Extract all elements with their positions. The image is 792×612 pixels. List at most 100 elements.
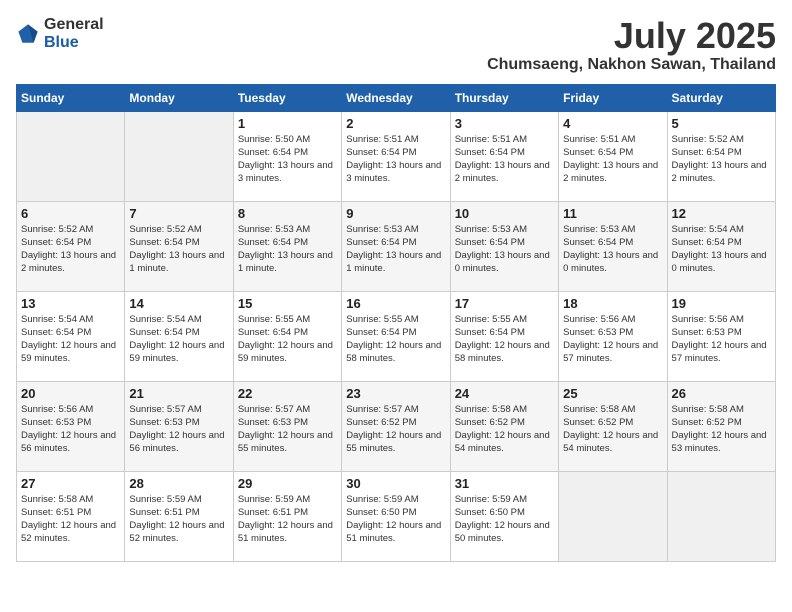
- day-number: 29: [238, 476, 337, 491]
- calendar-day-cell: [125, 111, 233, 201]
- day-number: 6: [21, 206, 120, 221]
- calendar-day-cell: 14 Sunrise: 5:54 AM Sunset: 6:54 PM Dayli…: [125, 291, 233, 381]
- calendar-day-cell: 2 Sunrise: 5:51 AM Sunset: 6:54 PM Daylig…: [342, 111, 450, 201]
- weekday-header-cell: Sunday: [17, 84, 125, 111]
- day-info: Sunrise: 5:54 AM Sunset: 6:54 PM Dayligh…: [672, 223, 771, 276]
- calendar-day-cell: [667, 471, 775, 561]
- day-info: Sunrise: 5:54 AM Sunset: 6:54 PM Dayligh…: [129, 313, 228, 366]
- day-info: Sunrise: 5:50 AM Sunset: 6:54 PM Dayligh…: [238, 133, 337, 186]
- day-number: 15: [238, 296, 337, 311]
- calendar-day-cell: 18 Sunrise: 5:56 AM Sunset: 6:53 PM Dayli…: [559, 291, 667, 381]
- day-info: Sunrise: 5:59 AM Sunset: 6:51 PM Dayligh…: [238, 493, 337, 546]
- calendar-day-cell: 9 Sunrise: 5:53 AM Sunset: 6:54 PM Daylig…: [342, 201, 450, 291]
- day-info: Sunrise: 5:51 AM Sunset: 6:54 PM Dayligh…: [346, 133, 445, 186]
- day-number: 21: [129, 386, 228, 401]
- calendar-day-cell: 21 Sunrise: 5:57 AM Sunset: 6:53 PM Dayli…: [125, 381, 233, 471]
- calendar-day-cell: 13Sunrise: 5:54 AM Sunset: 6:54 PM Dayli…: [17, 291, 125, 381]
- day-number: 20: [21, 386, 120, 401]
- calendar-day-cell: 23 Sunrise: 5:57 AM Sunset: 6:52 PM Dayli…: [342, 381, 450, 471]
- weekday-header-cell: Saturday: [667, 84, 775, 111]
- day-info: Sunrise: 5:57 AM Sunset: 6:53 PM Dayligh…: [129, 403, 228, 456]
- month-title: July 2025: [487, 16, 776, 56]
- day-number: 7: [129, 206, 228, 221]
- day-number: 30: [346, 476, 445, 491]
- day-number: 23: [346, 386, 445, 401]
- day-info: Sunrise: 5:56 AM Sunset: 6:53 PM Dayligh…: [672, 313, 771, 366]
- day-info: Sunrise: 5:53 AM Sunset: 6:54 PM Dayligh…: [455, 223, 554, 276]
- calendar-week-row: 20 Sunrise: 5:56 AM Sunset: 6:53 PM Dayli…: [17, 381, 776, 471]
- calendar-day-cell: 28Sunrise: 5:59 AM Sunset: 6:51 PM Dayli…: [125, 471, 233, 561]
- day-info: Sunrise: 5:53 AM Sunset: 6:54 PM Dayligh…: [346, 223, 445, 276]
- logo-text-general: General: [44, 16, 104, 33]
- weekday-header-cell: Tuesday: [233, 84, 341, 111]
- weekday-header-cell: Wednesday: [342, 84, 450, 111]
- day-number: 4: [563, 116, 662, 131]
- calendar-day-cell: 20 Sunrise: 5:56 AM Sunset: 6:53 PM Dayli…: [17, 381, 125, 471]
- day-info: Sunrise: 5:58 AM Sunset: 6:52 PM Dayligh…: [672, 403, 771, 456]
- calendar-day-cell: 8 Sunrise: 5:53 AM Sunset: 6:54 PM Daylig…: [233, 201, 341, 291]
- day-number: 31: [455, 476, 554, 491]
- calendar-day-cell: 11Sunrise: 5:53 AM Sunset: 6:54 PM Dayli…: [559, 201, 667, 291]
- day-info: Sunrise: 5:51 AM Sunset: 6:54 PM Dayligh…: [563, 133, 662, 186]
- calendar-day-cell: [17, 111, 125, 201]
- day-number: 12: [672, 206, 771, 221]
- day-info: Sunrise: 5:52 AM Sunset: 6:54 PM Dayligh…: [129, 223, 228, 276]
- calendar-week-row: 27Sunrise: 5:58 AM Sunset: 6:51 PM Dayli…: [17, 471, 776, 561]
- calendar-day-cell: 22 Sunrise: 5:57 AM Sunset: 6:53 PM Dayli…: [233, 381, 341, 471]
- calendar-body: 1 Sunrise: 5:50 AM Sunset: 6:54 PM Daylig…: [17, 111, 776, 561]
- calendar-day-cell: 17 Sunrise: 5:55 AM Sunset: 6:54 PM Dayli…: [450, 291, 558, 381]
- day-number: 9: [346, 206, 445, 221]
- weekday-header-cell: Friday: [559, 84, 667, 111]
- calendar-week-row: 1 Sunrise: 5:50 AM Sunset: 6:54 PM Daylig…: [17, 111, 776, 201]
- day-info: Sunrise: 5:52 AM Sunset: 6:54 PM Dayligh…: [672, 133, 771, 186]
- day-info: Sunrise: 5:52 AM Sunset: 6:54 PM Dayligh…: [21, 223, 120, 276]
- day-number: 26: [672, 386, 771, 401]
- day-info: Sunrise: 5:56 AM Sunset: 6:53 PM Dayligh…: [563, 313, 662, 366]
- calendar-week-row: 6 Sunrise: 5:52 AM Sunset: 6:54 PM Daylig…: [17, 201, 776, 291]
- day-number: 1: [238, 116, 337, 131]
- calendar-day-cell: 7 Sunrise: 5:52 AM Sunset: 6:54 PM Daylig…: [125, 201, 233, 291]
- calendar-day-cell: 24Sunrise: 5:58 AM Sunset: 6:52 PM Dayli…: [450, 381, 558, 471]
- day-info: Sunrise: 5:56 AM Sunset: 6:53 PM Dayligh…: [21, 403, 120, 456]
- day-info: Sunrise: 5:55 AM Sunset: 6:54 PM Dayligh…: [346, 313, 445, 366]
- calendar-day-cell: 15 Sunrise: 5:55 AM Sunset: 6:54 PM Dayli…: [233, 291, 341, 381]
- day-number: 17: [455, 296, 554, 311]
- day-number: 22: [238, 386, 337, 401]
- day-info: Sunrise: 5:55 AM Sunset: 6:54 PM Dayligh…: [455, 313, 554, 366]
- day-number: 8: [238, 206, 337, 221]
- logo-text-blue: Blue: [44, 34, 79, 51]
- day-info: Sunrise: 5:53 AM Sunset: 6:54 PM Dayligh…: [238, 223, 337, 276]
- day-number: 19: [672, 296, 771, 311]
- day-number: 28: [129, 476, 228, 491]
- day-info: Sunrise: 5:55 AM Sunset: 6:54 PM Dayligh…: [238, 313, 337, 366]
- calendar-day-cell: 31Sunrise: 5:59 AM Sunset: 6:50 PM Dayli…: [450, 471, 558, 561]
- weekday-header-row: SundayMondayTuesdayWednesdayThursdayFrid…: [17, 84, 776, 111]
- day-number: 3: [455, 116, 554, 131]
- calendar-day-cell: 4 Sunrise: 5:51 AM Sunset: 6:54 PM Daylig…: [559, 111, 667, 201]
- location-title: Chumsaeng, Nakhon Sawan, Thailand: [487, 56, 776, 74]
- day-number: 18: [563, 296, 662, 311]
- weekday-header-cell: Thursday: [450, 84, 558, 111]
- day-info: Sunrise: 5:57 AM Sunset: 6:53 PM Dayligh…: [238, 403, 337, 456]
- calendar-day-cell: 27Sunrise: 5:58 AM Sunset: 6:51 PM Dayli…: [17, 471, 125, 561]
- weekday-header-cell: Monday: [125, 84, 233, 111]
- calendar-day-cell: 26 Sunrise: 5:58 AM Sunset: 6:52 PM Dayli…: [667, 381, 775, 471]
- day-number: 14: [129, 296, 228, 311]
- day-number: 27: [21, 476, 120, 491]
- day-info: Sunrise: 5:58 AM Sunset: 6:52 PM Dayligh…: [455, 403, 554, 456]
- day-number: 2: [346, 116, 445, 131]
- logo-icon: [16, 22, 40, 46]
- calendar-day-cell: 29 Sunrise: 5:59 AM Sunset: 6:51 PM Dayli…: [233, 471, 341, 561]
- day-info: Sunrise: 5:57 AM Sunset: 6:52 PM Dayligh…: [346, 403, 445, 456]
- page-header: General Blue July 2025 Chumsaeng, Nakhon…: [16, 16, 776, 74]
- calendar-day-cell: 16Sunrise: 5:55 AM Sunset: 6:54 PM Dayli…: [342, 291, 450, 381]
- calendar-day-cell: 6 Sunrise: 5:52 AM Sunset: 6:54 PM Daylig…: [17, 201, 125, 291]
- calendar-day-cell: 5 Sunrise: 5:52 AM Sunset: 6:54 PM Daylig…: [667, 111, 775, 201]
- logo: General Blue: [16, 16, 104, 52]
- calendar-day-cell: 3Sunrise: 5:51 AM Sunset: 6:54 PM Daylig…: [450, 111, 558, 201]
- day-number: 13: [21, 296, 120, 311]
- day-number: 5: [672, 116, 771, 131]
- calendar-day-cell: 10Sunrise: 5:53 AM Sunset: 6:54 PM Dayli…: [450, 201, 558, 291]
- day-info: Sunrise: 5:59 AM Sunset: 6:50 PM Dayligh…: [346, 493, 445, 546]
- calendar-day-cell: 12 Sunrise: 5:54 AM Sunset: 6:54 PM Dayli…: [667, 201, 775, 291]
